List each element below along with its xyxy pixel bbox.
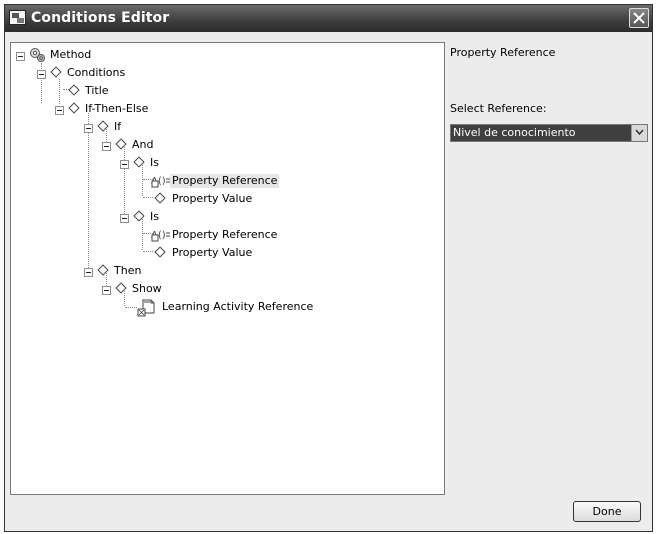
tree-node-label: And <box>132 138 154 151</box>
tree-node-label: Property Value <box>172 192 253 205</box>
collapse-toggle[interactable] <box>55 106 64 115</box>
tree-connector <box>88 113 89 270</box>
tree-connector <box>142 165 143 196</box>
diamond-icon <box>50 66 62 78</box>
collapse-toggle[interactable] <box>102 286 111 295</box>
tree-connector <box>59 79 60 104</box>
tree-node-label: If-Then-Else <box>85 102 149 115</box>
tree-connector <box>41 63 42 103</box>
diamond-icon <box>154 246 166 258</box>
tree-node-label: If <box>114 120 122 133</box>
property-reference-icon: A() <box>151 230 170 242</box>
panel-title: Property Reference <box>450 46 556 59</box>
select-reference-dropdown[interactable]: Nivel de conocimiento <box>450 124 648 142</box>
tree-node-label: Learning Activity Reference <box>162 300 314 313</box>
diamond-icon <box>68 102 80 114</box>
collapse-toggle[interactable] <box>120 214 129 223</box>
chevron-down-icon <box>635 129 644 136</box>
title-bar[interactable]: Conditions Editor <box>5 5 652 32</box>
condition-tree: Method Conditions Title If-Then-Else If … <box>11 43 444 494</box>
window-title: Conditions Editor <box>31 10 170 26</box>
method-gear-icon <box>30 48 45 62</box>
tree-node-label: Is <box>150 210 159 223</box>
learning-activity-icon <box>137 299 155 317</box>
select-reference-label: Select Reference: <box>450 102 547 115</box>
tree-node-label: Method <box>50 48 92 61</box>
tree-connector <box>143 197 153 198</box>
collapse-toggle[interactable] <box>120 160 129 169</box>
tree-node-label: Property Reference <box>170 174 280 188</box>
tree-node-label: Title <box>85 84 109 97</box>
select-reference-value: Nivel de conocimiento <box>453 126 576 139</box>
conditions-editor-window: Conditions Editor Method Conditions Titl… <box>4 4 653 532</box>
collapse-toggle[interactable] <box>16 52 25 61</box>
dropdown-arrow-button[interactable] <box>631 125 647 141</box>
property-reference-icon: A() <box>151 176 170 188</box>
tree-connector <box>125 307 137 308</box>
tree-node-label: Show <box>132 282 162 295</box>
tree-connector <box>124 291 125 306</box>
collapse-toggle[interactable] <box>84 268 93 277</box>
tree-node-label: Property Reference <box>172 228 278 241</box>
close-button[interactable] <box>629 8 649 28</box>
tree-node-label: Conditions <box>67 66 126 79</box>
collapse-toggle[interactable] <box>37 70 46 79</box>
collapse-toggle[interactable] <box>84 124 93 133</box>
condition-tree-panel[interactable]: Method Conditions Title If-Then-Else If … <box>10 42 445 495</box>
tree-node-label: Property Value <box>172 246 253 259</box>
tree-node-label: Then <box>114 264 142 277</box>
collapse-toggle[interactable] <box>102 142 111 151</box>
diamond-icon <box>154 192 166 204</box>
tree-connector <box>143 251 153 252</box>
close-icon <box>633 12 645 24</box>
tree-connector <box>124 147 125 214</box>
app-icon <box>9 10 26 25</box>
tree-connector <box>142 219 143 250</box>
tree-node-label: Is <box>150 156 159 169</box>
diamond-icon <box>68 84 80 96</box>
done-button[interactable]: Done <box>573 501 641 522</box>
